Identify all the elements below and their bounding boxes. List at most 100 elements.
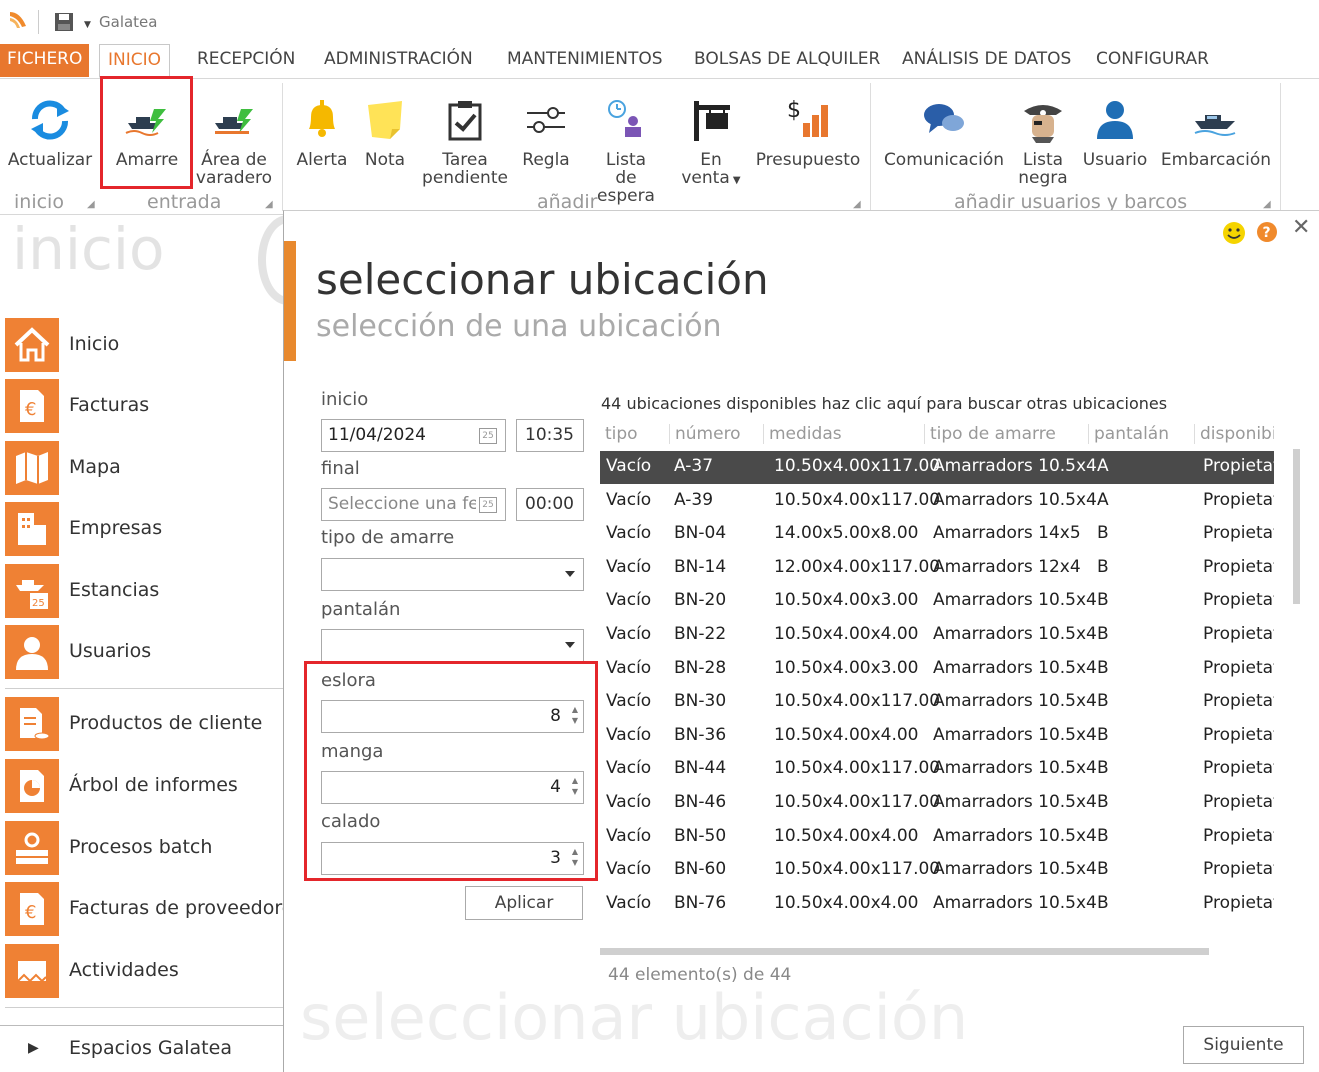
aplicar-button[interactable]: Aplicar bbox=[465, 886, 583, 920]
nota-button[interactable]: Nota bbox=[356, 79, 414, 169]
espacios-galatea[interactable]: ▶ Espacios Galatea bbox=[0, 1025, 284, 1072]
horizontal-scrollbar[interactable] bbox=[600, 948, 1209, 955]
sidebar-item-facturas[interactable]: € Facturas bbox=[5, 379, 284, 433]
en-venta-button[interactable]: En venta ▼ bbox=[674, 79, 748, 190]
usuario-button[interactable]: Usuario bbox=[1078, 79, 1152, 169]
sidebar-item-facturas-de-proveedores[interactable]: € Facturas de proveedores bbox=[5, 882, 303, 936]
cell-tipo-de-amarre: Amarradors 12x4 bbox=[933, 556, 1081, 577]
table-row[interactable]: Vacío A-37 10.50x4.00x117.00 Amarradors 10.… bbox=[600, 451, 1274, 484]
quick-access-dropdown-icon[interactable]: ▼ bbox=[84, 20, 91, 30]
table-row[interactable]: Vacío BN-30 10.50x4.00x117.00 Amarradors 10… bbox=[600, 686, 1274, 719]
manga-stepper[interactable]: 4 ▲ ▼ bbox=[321, 771, 584, 804]
column-header-medidas[interactable]: medidas bbox=[763, 424, 842, 444]
cell-pantalan: A bbox=[1097, 456, 1109, 476]
sidebar-item-empresas[interactable]: Empresas bbox=[5, 502, 284, 556]
sidebar-item-procesos-batch[interactable]: Procesos batch bbox=[5, 821, 284, 875]
tab-administracion[interactable]: ADMINISTRACIÓN bbox=[316, 44, 481, 77]
spinner-arrows-icon[interactable]: ▲ ▼ bbox=[572, 704, 578, 726]
chevron-down-icon bbox=[565, 642, 575, 648]
inicio-time-field[interactable]: 10:35 bbox=[516, 419, 584, 452]
actualizar-button[interactable]: Actualizar bbox=[4, 79, 96, 169]
lista-label-1: Lista bbox=[605, 150, 647, 170]
svg-text:$: $ bbox=[787, 98, 801, 123]
final-time-field[interactable]: 00:00 bbox=[516, 488, 584, 521]
tab-bolsas-de-alquiler[interactable]: BOLSAS DE ALQUILER bbox=[686, 44, 888, 77]
for-sale-sign-icon bbox=[694, 101, 730, 141]
table-row[interactable]: Vacío BN-76 10.50x4.00x4.00 Amarradors 10.5… bbox=[600, 888, 1274, 921]
close-icon[interactable]: ✕ bbox=[1292, 215, 1310, 240]
siguiente-button[interactable]: Siguiente bbox=[1183, 1026, 1304, 1064]
group-launcher-icon[interactable]: ◢ bbox=[87, 199, 95, 210]
cell-medidas: 10.50x4.00x3.00 bbox=[774, 657, 919, 678]
cell-medidas: 10.50x4.00x117.00 bbox=[774, 792, 941, 812]
refresh-icon bbox=[31, 100, 69, 140]
column-header-pantalan[interactable]: pantalán bbox=[1088, 424, 1169, 444]
table-row[interactable]: Vacío BN-28 10.50x4.00x3.00 Amarradors 10.5… bbox=[600, 653, 1274, 686]
regla-label: Regla bbox=[522, 150, 570, 170]
sidebar-item-estancias[interactable]: 25 Estancias bbox=[5, 564, 284, 618]
smiley-icon[interactable] bbox=[1222, 221, 1246, 249]
column-header-disponibilidad[interactable]: disponibilidad bbox=[1194, 424, 1274, 444]
spinner-arrows-icon[interactable]: ▲ ▼ bbox=[572, 775, 578, 797]
table-row[interactable]: Vacío BN-04 14.00x5.00x8.00 Amarradors 14x5… bbox=[600, 518, 1274, 551]
help-icon[interactable]: ? bbox=[1256, 221, 1278, 247]
tipo-de-amarre-select[interactable] bbox=[321, 558, 584, 591]
sidebar-item-actividades[interactable]: Actividades bbox=[5, 944, 284, 998]
tab-mantenimientos[interactable]: MANTENIMIENTOS bbox=[499, 44, 671, 77]
sidebar-item-arbol-de-informes[interactable]: Árbol de informes bbox=[5, 759, 284, 813]
eslora-stepper[interactable]: 8 ▲ ▼ bbox=[321, 700, 584, 733]
group-launcher-icon[interactable]: ◢ bbox=[265, 199, 273, 210]
regla-button[interactable]: Regla bbox=[514, 79, 578, 169]
table-row[interactable]: Vacío BN-46 10.50x4.00x117.00 Amarradors 10… bbox=[600, 787, 1274, 820]
calendar-icon[interactable]: 25 bbox=[479, 497, 497, 513]
table-row[interactable]: Vacío A-39 10.50x4.00x117.00 Amarradors 10.… bbox=[600, 485, 1274, 518]
table-row[interactable]: Vacío BN-22 10.50x4.00x4.00 Amarradors 10.5… bbox=[600, 619, 1274, 652]
embarcacion-button[interactable]: Embarcación bbox=[1158, 79, 1274, 169]
presupuesto-button[interactable]: $ Presupuesto bbox=[752, 79, 864, 169]
tab-inicio[interactable]: INICIO bbox=[99, 44, 171, 78]
table-row[interactable]: Vacío BN-20 10.50x4.00x3.00 Amarradors 10.5… bbox=[600, 585, 1274, 618]
boat-calendar-icon: 25 bbox=[5, 564, 59, 618]
tab-fichero[interactable]: FICHERO bbox=[0, 44, 90, 77]
cell-medidas: 10.50x4.00x4.00 bbox=[774, 624, 919, 644]
table-row[interactable]: Vacío BN-50 10.50x4.00x4.00 Amarradors 10.5… bbox=[600, 821, 1274, 854]
cell-disponibilidad: Propietat bbox=[1203, 556, 1274, 577]
table-row[interactable]: Vacío BN-36 10.50x4.00x4.00 Amarradors 10.5… bbox=[600, 720, 1274, 753]
group-label-inicio: inicio bbox=[14, 191, 64, 213]
tab-recepcion[interactable]: RECEPCIÓN bbox=[189, 44, 303, 77]
lista-de-espera-button[interactable]: Lista de espera bbox=[584, 79, 668, 205]
alerta-button[interactable]: Alerta bbox=[290, 79, 354, 169]
final-date-field[interactable]: Seleccione una fecha 25 bbox=[321, 488, 506, 521]
calado-stepper[interactable]: 3 ▲ ▼ bbox=[321, 842, 584, 875]
save-icon[interactable] bbox=[54, 12, 74, 36]
vertical-scrollbar[interactable] bbox=[1293, 449, 1300, 604]
sidebar-item-inicio[interactable]: Inicio bbox=[5, 318, 284, 372]
sidebar-item-mapa[interactable]: Mapa bbox=[5, 441, 284, 495]
tarea-pendiente-button[interactable]: Tarea pendiente bbox=[420, 79, 510, 187]
table-row[interactable]: Vacío BN-44 10.50x4.00x117.00 Amarradors 10… bbox=[600, 753, 1274, 786]
column-header-numero[interactable]: número bbox=[669, 424, 741, 444]
lista-negra-button[interactable]: Lista negra bbox=[1012, 79, 1074, 187]
cell-tipo-de-amarre: Amarradors 10.5x4 bbox=[933, 624, 1097, 644]
group-launcher-icon[interactable]: ◢ bbox=[853, 199, 861, 210]
column-header-tipo[interactable]: tipo bbox=[600, 424, 638, 444]
sidebar-item-usuarios[interactable]: Usuarios bbox=[5, 625, 284, 679]
supplier-invoice-icon: € bbox=[5, 882, 59, 936]
column-header-tipo-de-amarre[interactable]: tipo de amarre bbox=[924, 424, 1056, 444]
table-row[interactable]: Vacío BN-14 12.00x4.00x117.00 Amarradors 12… bbox=[600, 552, 1274, 585]
pantalan-select[interactable] bbox=[321, 629, 584, 662]
inicio-date-field[interactable]: 11/04/2024 25 bbox=[321, 419, 506, 452]
calendar-icon[interactable]: 25 bbox=[479, 428, 497, 444]
table-row[interactable]: Vacío BN-60 10.50x4.00x117.00 Amarradors 10… bbox=[600, 854, 1274, 887]
table-caption[interactable]: 44 ubicaciones disponibles haz clic aquí… bbox=[601, 394, 1167, 413]
svg-text:25: 25 bbox=[32, 598, 45, 609]
cell-numero: A-37 bbox=[674, 456, 714, 476]
sidebar-item-productos-de-cliente[interactable]: Productos de cliente bbox=[5, 697, 284, 751]
comunicacion-button[interactable]: Comunicación bbox=[880, 79, 1008, 169]
group-launcher-icon[interactable]: ◢ bbox=[1263, 199, 1271, 210]
cell-disponibilidad: Propietat bbox=[1203, 456, 1274, 476]
tab-configurar[interactable]: CONFIGURAR bbox=[1088, 44, 1217, 77]
area-de-varadero-button[interactable]: Área de varadero bbox=[192, 79, 276, 187]
spinner-arrows-icon[interactable]: ▲ ▼ bbox=[572, 846, 578, 868]
tab-analisis-de-datos[interactable]: ANÁLISIS DE DATOS bbox=[894, 44, 1079, 77]
